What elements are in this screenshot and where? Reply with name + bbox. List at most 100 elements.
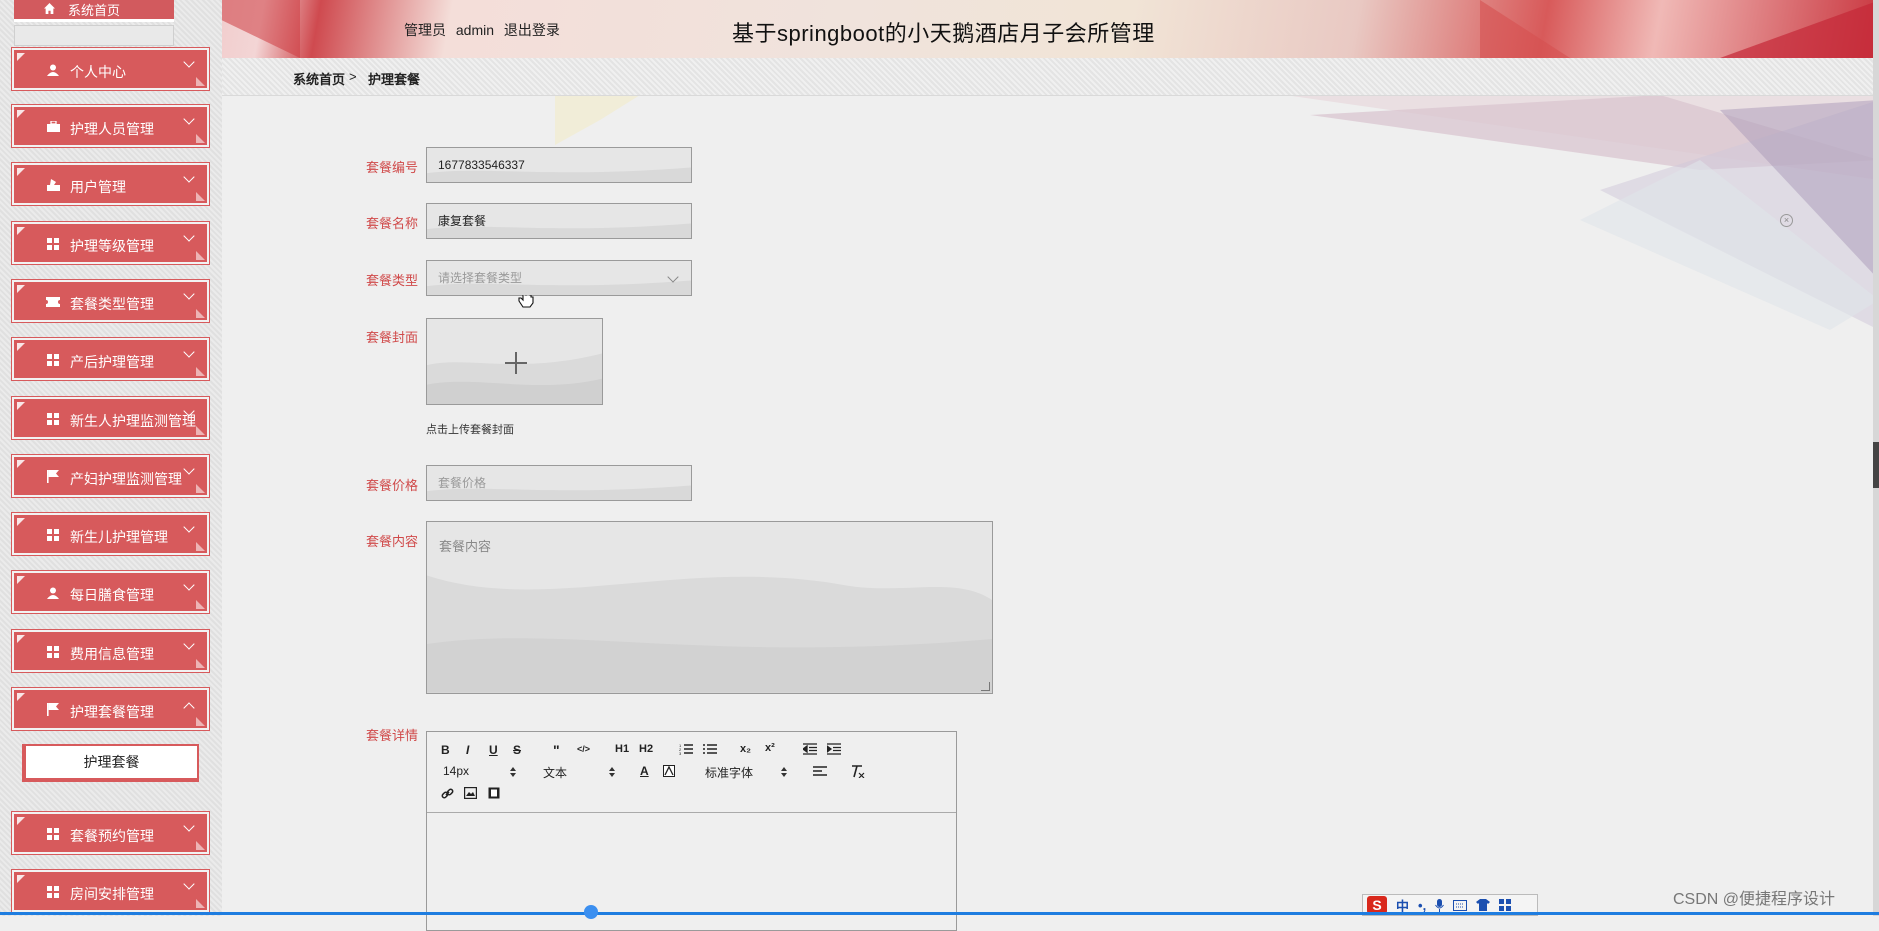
sidebar-item-5[interactable]: 套餐类型管理 [12, 280, 209, 322]
scrollbar-thumb[interactable] [1873, 442, 1879, 488]
indent-icon[interactable] [827, 743, 841, 755]
align-icon[interactable] [813, 766, 827, 777]
code-button[interactable]: </> [577, 744, 590, 754]
keyboard-icon[interactable] [1453, 899, 1468, 911]
bullet-list-icon[interactable] [703, 743, 717, 755]
chevron-down-icon [183, 113, 195, 125]
sidebar-item-2[interactable]: 护理人员管理 [12, 105, 209, 147]
link-icon[interactable] [441, 787, 454, 800]
ime-punct[interactable]: •, [1418, 898, 1426, 913]
sidebar-item-label: 个人中心 [70, 64, 126, 80]
sidebar-item-7[interactable]: 新生人护理监测管理 [12, 397, 209, 439]
code-value: 1677833546337 [438, 158, 525, 172]
price-label: 套餐价格 [365, 478, 418, 493]
top-header: 管理员 admin 退出登录 基于springboot的小天鹅酒店月子会所管理 [0, 0, 1879, 58]
sidebar-item-label: 产后护理管理 [70, 354, 154, 370]
toolbox-icon[interactable] [1499, 899, 1512, 911]
sidebar-item-label: 每日膳食管理 [70, 587, 154, 603]
sidebar-item-label: 房间安排管理 [70, 886, 154, 902]
background-color-icon[interactable] [663, 765, 675, 777]
price-input[interactable]: 套餐价格 [426, 465, 692, 501]
sidebar-item-4[interactable]: 护理等级管理 [12, 222, 209, 264]
content-textarea[interactable]: 套餐内容 [426, 521, 993, 694]
chevron-down-icon [183, 638, 195, 650]
grid-icon [46, 353, 60, 366]
chevron-down-icon [183, 288, 195, 300]
chevron-down-icon [183, 820, 195, 832]
code-field[interactable]: 1677833546337 [426, 147, 692, 183]
resize-handle[interactable] [981, 682, 990, 691]
microphone-icon[interactable] [1435, 898, 1445, 912]
sidebar-item-11[interactable]: 费用信息管理 [12, 630, 209, 672]
strike-button[interactable]: S [513, 743, 521, 757]
breadcrumb: 系统首页 > 护理套餐 [222, 58, 1879, 96]
h2-button[interactable]: H2 [639, 743, 653, 755]
sidebar-item-8[interactable]: 产妇护理监测管理 [12, 455, 209, 497]
sidebar-item-14[interactable]: 房间安排管理 [12, 870, 209, 912]
user-icon [46, 63, 60, 76]
close-icon[interactable]: × [1780, 214, 1793, 227]
chevron-up-icon [183, 702, 195, 714]
quote-button[interactable]: " [553, 742, 560, 758]
italic-button[interactable]: I [466, 743, 469, 757]
outdent-icon[interactable] [803, 743, 817, 755]
sidebar-item-label: 新生儿护理管理 [70, 529, 168, 545]
editor-toolbar: B I U S " </> H1 H2 123 x₂ x² 14px 文本 A … [427, 732, 956, 813]
sidebar-item-label: 产妇护理监测管理 [70, 471, 182, 487]
cover-label: 套餐封面 [365, 330, 418, 345]
sidebar-subitem-package[interactable]: 护理套餐 [22, 744, 199, 782]
name-field[interactable]: 康复套餐 [426, 203, 692, 239]
ticket-icon [46, 295, 60, 308]
h1-button[interactable]: H1 [615, 743, 629, 755]
briefcase-icon [46, 120, 60, 133]
username: admin [455, 22, 495, 38]
sidebar-item-3[interactable]: 用户管理 [12, 163, 209, 205]
skin-icon[interactable] [1476, 899, 1491, 911]
sidebar-item-9[interactable]: 新生儿护理管理 [12, 513, 209, 555]
progress-handle[interactable] [584, 905, 598, 919]
font-family-value: 标准字体 [705, 766, 754, 780]
chevron-down-icon [183, 463, 195, 475]
page-scrollbar[interactable] [1873, 0, 1879, 916]
price-placeholder: 套餐价格 [438, 476, 487, 490]
video-icon[interactable] [488, 787, 500, 799]
clear-format-icon[interactable] [851, 765, 865, 778]
sidebar-item-12[interactable]: 护理套餐管理 [12, 688, 209, 730]
font-size-select[interactable]: 14px [443, 764, 469, 778]
chevron-down-icon [183, 521, 195, 533]
rich-text-editor[interactable]: B I U S " </> H1 H2 123 x₂ x² 14px 文本 A … [426, 731, 957, 931]
type-select[interactable]: 请选择套餐类型 [426, 260, 692, 296]
sidebar-item-13[interactable]: 套餐预约管理 [12, 812, 209, 854]
sidebar-divider [14, 25, 174, 46]
flag-icon [46, 703, 60, 716]
role-label: 管理员 [404, 22, 446, 38]
font-color-button[interactable]: A [640, 764, 649, 778]
site-title: 基于springboot的小天鹅酒店月子会所管理 [732, 21, 1155, 46]
sidebar-item-home[interactable]: 系统首页 [14, 0, 174, 22]
grid-icon [46, 412, 60, 425]
sidebar-item-10[interactable]: 每日膳食管理 [12, 571, 209, 613]
subscript-button[interactable]: x₂ [740, 743, 751, 755]
sidebar-item-label: 护理套餐管理 [70, 704, 154, 720]
block-type-select[interactable]: 文本 [543, 764, 567, 781]
sidebar-item-label: 套餐预约管理 [70, 828, 154, 844]
sidebar-item-6[interactable]: 产后护理管理 [12, 338, 209, 380]
sidebar-item-1[interactable]: 个人中心 [12, 48, 209, 90]
block-type-value: 文本 [543, 766, 568, 780]
grid-icon [46, 237, 60, 250]
grid-icon [46, 827, 60, 840]
breadcrumb-home[interactable]: 系统首页 [293, 69, 345, 88]
flag-icon [46, 470, 60, 483]
underline-button[interactable]: U [489, 743, 498, 757]
bold-button[interactable]: B [441, 743, 450, 757]
superscript-button[interactable]: x² [765, 742, 775, 754]
grid-icon [46, 528, 60, 541]
image-icon[interactable] [464, 787, 477, 799]
content-label: 套餐内容 [365, 534, 418, 549]
cover-upload[interactable] [426, 318, 603, 405]
logout-link[interactable]: 退出登录 [504, 22, 560, 38]
detail-label: 套餐详情 [365, 728, 418, 743]
font-family-select[interactable]: 标准字体 [705, 764, 753, 781]
ordered-list-icon[interactable]: 123 [679, 743, 693, 755]
chevron-down-icon [183, 346, 195, 358]
